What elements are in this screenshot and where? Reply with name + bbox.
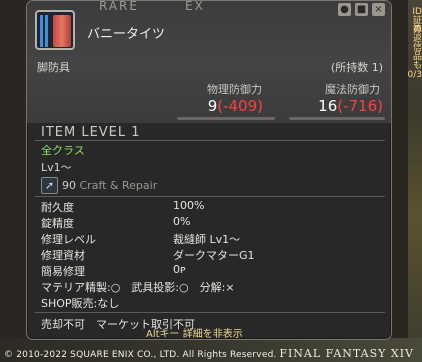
quick-repair-label: 簡易修理 xyxy=(41,265,85,278)
shop-flag: SHOP販売:なし xyxy=(41,297,120,310)
repair-materials-value: ダークマターG1 xyxy=(173,249,255,262)
class-restriction: 全クラス xyxy=(41,144,85,157)
physical-defense-label: 物理防御力 xyxy=(207,83,262,96)
rarity-label: RARE xyxy=(99,0,139,13)
magic-defense-underline xyxy=(289,117,385,120)
spiritbond-label: 錠精度 xyxy=(41,217,74,230)
divider xyxy=(35,140,385,141)
item-name: バニータイツ xyxy=(87,27,166,42)
pin-icon[interactable]: ● xyxy=(338,3,351,16)
alt-key-hint: Altキー 詳細を非表示 xyxy=(146,329,243,340)
background-menu-text: ID 証算 の 返 信 品 も 0/3 xyxy=(406,8,422,80)
item-level: ITEM LEVEL 1 xyxy=(41,125,141,140)
craft-repair-text: 90 Craft & Repair xyxy=(62,179,157,192)
physical-defense-value: 9(-409) xyxy=(208,97,263,115)
ex-label: EX xyxy=(185,0,205,13)
magic-defense-diff: (-716) xyxy=(337,97,383,115)
quick-repair-value: 0ᴘ xyxy=(173,263,186,276)
craft-repair-row: ➚ 90 Craft & Repair xyxy=(41,177,157,194)
materia-flags: マテリア精製:○ 武具投影:○ 分解:× xyxy=(41,281,235,294)
magic-defense-value: 16(-716) xyxy=(318,97,383,115)
item-category: 脚防具 xyxy=(37,61,70,74)
craft-label: Craft & Repair xyxy=(79,179,158,192)
game-logo: FINAL FANTASY XIV xyxy=(279,347,414,360)
icon-stripe xyxy=(45,15,48,47)
background-text: 0/3 xyxy=(407,70,422,80)
level-requirement: Lv1～ xyxy=(41,161,72,174)
lock-icon[interactable]: ■ xyxy=(355,3,368,16)
repair-level-label: 修理レベル xyxy=(41,233,96,246)
item-icon[interactable] xyxy=(35,10,75,50)
close-icon[interactable]: × xyxy=(372,3,385,16)
spiritbond-value: 0% xyxy=(173,215,191,228)
repair-materials-label: 修理資材 xyxy=(41,249,85,262)
durability-label: 耐久度 xyxy=(41,201,74,214)
magic-defense-label: 魔法防御力 xyxy=(325,83,380,96)
tooltip-actions: ● ■ × xyxy=(338,3,385,16)
divider xyxy=(35,312,385,313)
icon-stripe xyxy=(40,15,43,47)
copyright-notice: © 2010-2022 SQUARE ENIX CO., LTD. All Ri… xyxy=(4,350,277,360)
physical-defense-diff: (-409) xyxy=(217,97,263,115)
craft-value: 90 xyxy=(62,179,76,192)
physical-defense-number: 9 xyxy=(207,97,218,115)
repair-level-value: 裁縫師 Lv1～ xyxy=(173,233,241,246)
magic-defense-number: 16 xyxy=(318,97,338,115)
owned-count: (所持数 1) xyxy=(330,61,383,74)
item-tooltip-window: RARE EX ● ■ × バニータイツ 脚防具 (所持数 1) 物理防御力 魔… xyxy=(26,0,392,340)
tights-icon xyxy=(53,15,71,47)
physical-defense-underline xyxy=(177,117,275,120)
needle-icon: ➚ xyxy=(41,177,58,194)
divider xyxy=(35,196,385,197)
durability-value: 100% xyxy=(173,199,205,212)
